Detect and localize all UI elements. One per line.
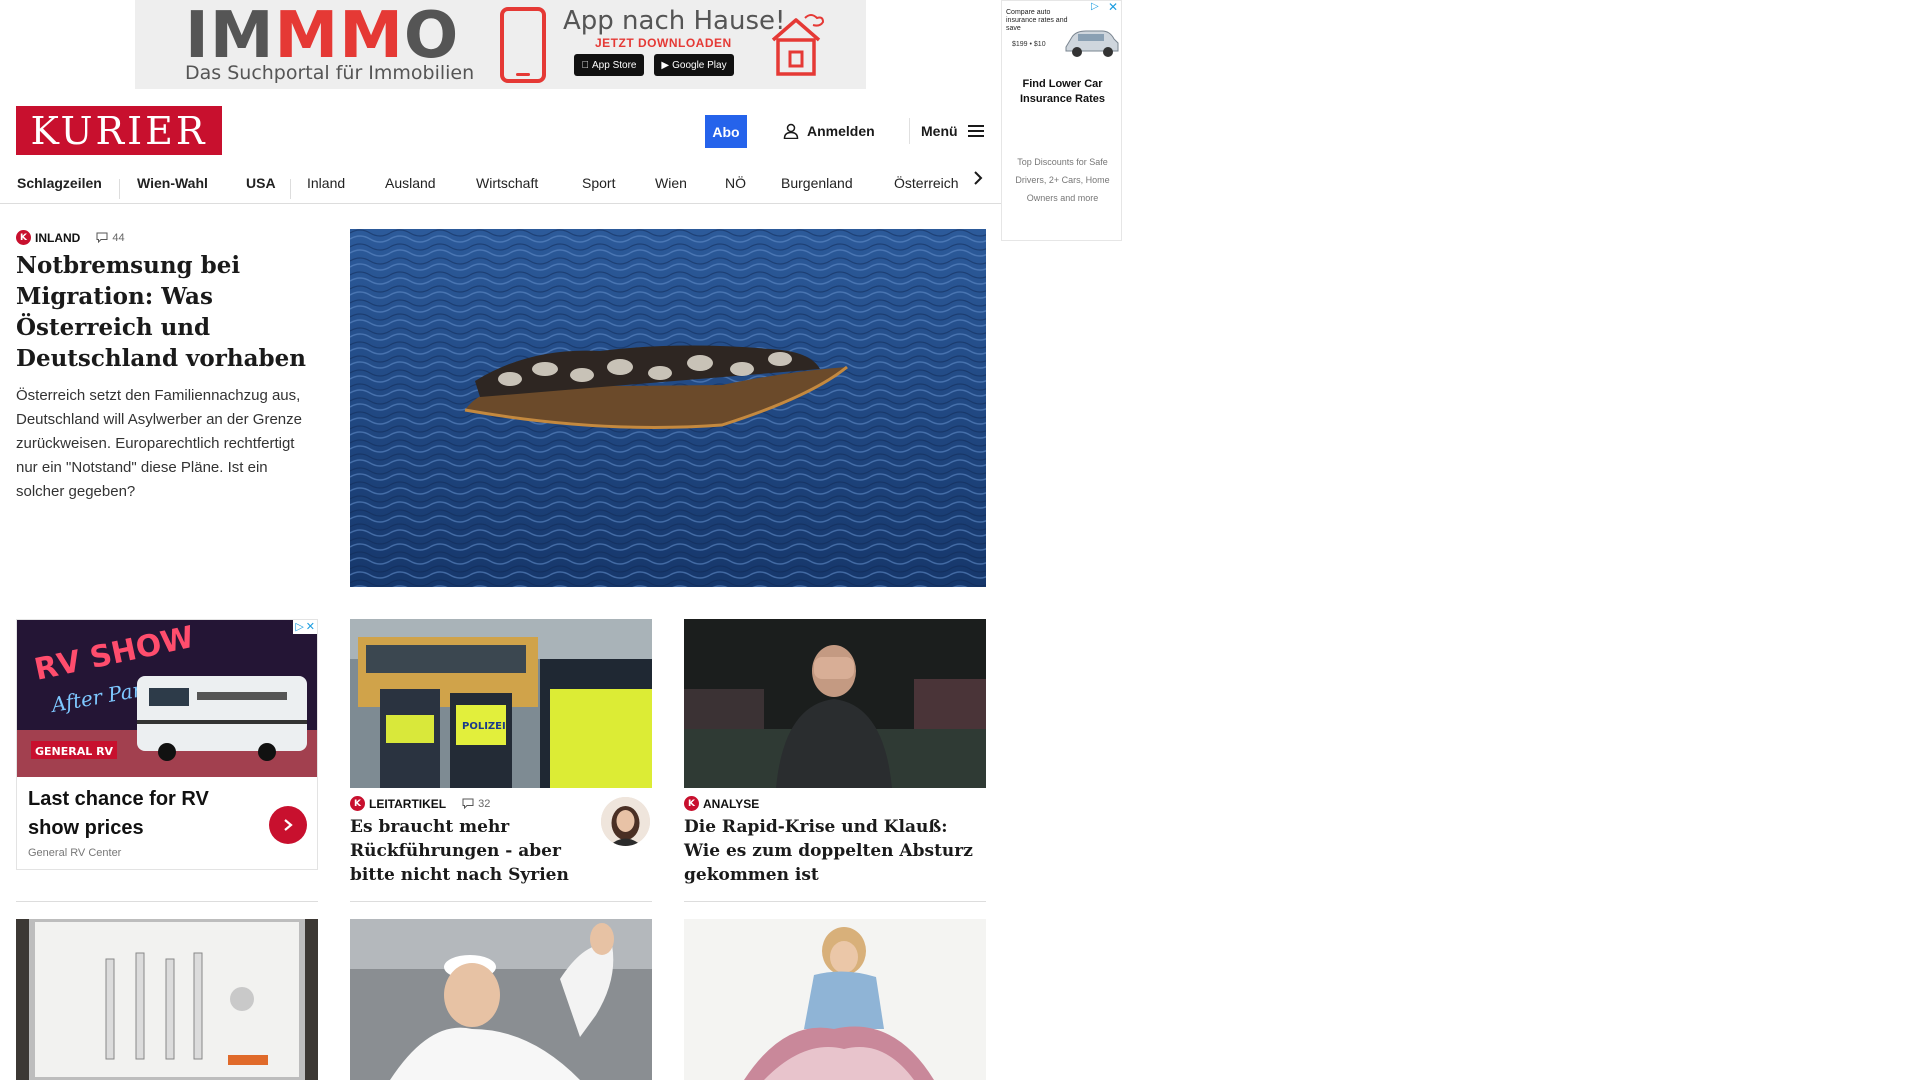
user-icon [783,123,799,139]
card-divider [684,901,986,902]
article-section-label[interactable]: LEITARTIKEL [369,797,446,811]
nav-item-oesterreich[interactable]: Österreich [894,168,959,204]
card-divider [16,901,318,902]
migrant-boat-image [350,229,986,587]
comment-icon [462,798,474,809]
nav-item-schlagzeilen[interactable]: Schlagzeilen [17,168,102,204]
car-icon [1065,30,1119,57]
rv-show-ad-image: RV SHOW After Party GENERAL RV [17,620,317,777]
nav-item-inland[interactable]: Inland [307,168,345,204]
menu-label: Menü [921,123,958,139]
nav-item-wirtschaft[interactable]: Wirtschaft [476,168,538,204]
adchoices-icon[interactable]: ▷ [1091,2,1101,12]
kurier-badge-icon: K [684,796,699,811]
ad-choices[interactable]: ▷ ✕ [293,620,317,634]
ad-app-title: App nach Hause! [563,6,786,36]
header-divider [909,118,910,144]
svg-text:GENERAL RV: GENERAL RV [35,745,114,758]
close-icon[interactable]: ✕ [306,621,315,633]
adchoices-icon[interactable]: ▷ [295,621,303,633]
nav-item-ausland[interactable]: Ausland [385,168,436,204]
abo-button[interactable]: Abo [705,115,747,148]
nav-item-usa[interactable]: USA [246,168,276,204]
article-title[interactable]: Die Rapid-Krise und Klauß: Wie es zum do… [684,815,986,887]
nav-item-burgenland[interactable]: Burgenland [781,168,853,204]
article-image-pope[interactable] [350,919,652,1080]
article-image-footballer[interactable] [684,619,986,788]
section-nav: Schlagzeilen Wien-Wahl USA Inland Auslan… [0,168,1001,204]
comment-icon [96,232,108,243]
side-ad[interactable]: Compare auto insurance rates and save ▷ … [1001,0,1122,241]
rv-show-graphic: RV SHOW After Party GENERAL RV [17,620,317,777]
immmo-logo: IMMMO [185,0,460,73]
nav-item-wien[interactable]: Wien [655,168,687,204]
app-store-button[interactable]:  App Store [574,54,644,76]
article-title[interactable]: Es braucht mehr Rückführungen - aber bit… [350,815,590,887]
nav-item-wien-wahl[interactable]: Wien-Wahl [137,168,208,204]
clothes-pile-image [684,919,986,1080]
article-image-police[interactable]: POLIZEI [350,619,652,788]
kurier-badge-icon: K [350,796,365,811]
police-image: POLIZEI [350,619,652,788]
hero-image[interactable] [350,229,986,587]
google-play-button[interactable]: ▶ Google Play [654,54,734,76]
top-banner-ad[interactable]: IMMMO Das Suchportal für Immobilien App … [135,0,866,89]
hamburger-icon [967,125,984,137]
chevron-right-icon[interactable] [971,169,985,187]
article-image-clothes[interactable] [684,919,986,1080]
login-label: Anmelden [807,123,875,139]
nav-separator [290,179,291,199]
article-kicker: K ANALYSE [684,796,759,811]
hero-section-label[interactable]: INLAND [35,231,80,245]
login-button[interactable]: Anmelden [783,121,875,141]
syringe-display-image [16,919,318,1080]
menu-button[interactable]: Menü [921,121,984,141]
immmo-tagline: Das Suchportal für Immobilien [185,62,475,84]
hero-kicker: K INLAND 44 [16,230,125,245]
svg-text:POLIZEI: POLIZEI [462,721,506,732]
nav-item-noe[interactable]: NÖ [725,168,746,204]
house-icon [771,14,825,76]
hero-teaser: Österreich setzt den Familiennachzug aus… [16,387,302,500]
article-comment-count[interactable]: 32 [462,798,490,810]
nav-item-sport[interactable]: Sport [582,168,615,204]
sponsored-source: General RV Center [28,847,122,859]
sponsored-card[interactable]: RV SHOW After Party GENERAL RV ▷ ✕ Last … [16,619,318,870]
side-ad-description: Top Discounts for Safe Drivers, 2+ Cars,… [1015,157,1110,203]
nav-separator [119,179,120,199]
article-kicker: K LEITARTIKEL 32 [350,796,490,811]
side-ad-title[interactable]: Find Lower Car Insurance Rates [1002,77,1121,107]
author-portrait [601,797,650,846]
footballer-image [684,619,986,788]
article-section-label[interactable]: ANALYSE [703,797,759,811]
sponsored-go-button[interactable] [269,806,307,844]
hero-comment-count[interactable]: 44 [96,232,125,244]
sponsored-title[interactable]: Last chance for RV show prices [28,785,248,843]
kurier-badge-icon: K [16,230,31,245]
side-ad-prices: $199 • $10 [1012,41,1046,48]
ad-download-label: JETZT DOWNLOADEN [595,36,732,50]
apple-icon:  [582,60,590,71]
close-icon[interactable]: ✕ [1108,1,1118,13]
article-image-syringes[interactable] [16,919,318,1080]
hero-title[interactable]: Notbremsung bei Migration: Was Österreic… [16,250,316,374]
kurier-logo[interactable]: KURIER [16,106,222,155]
smartphone-icon [500,7,546,83]
card-divider [350,901,652,902]
chevron-right-icon [284,819,293,831]
play-icon: ▶ [661,59,670,71]
pope-image [350,919,652,1080]
author-avatar[interactable] [601,797,650,846]
